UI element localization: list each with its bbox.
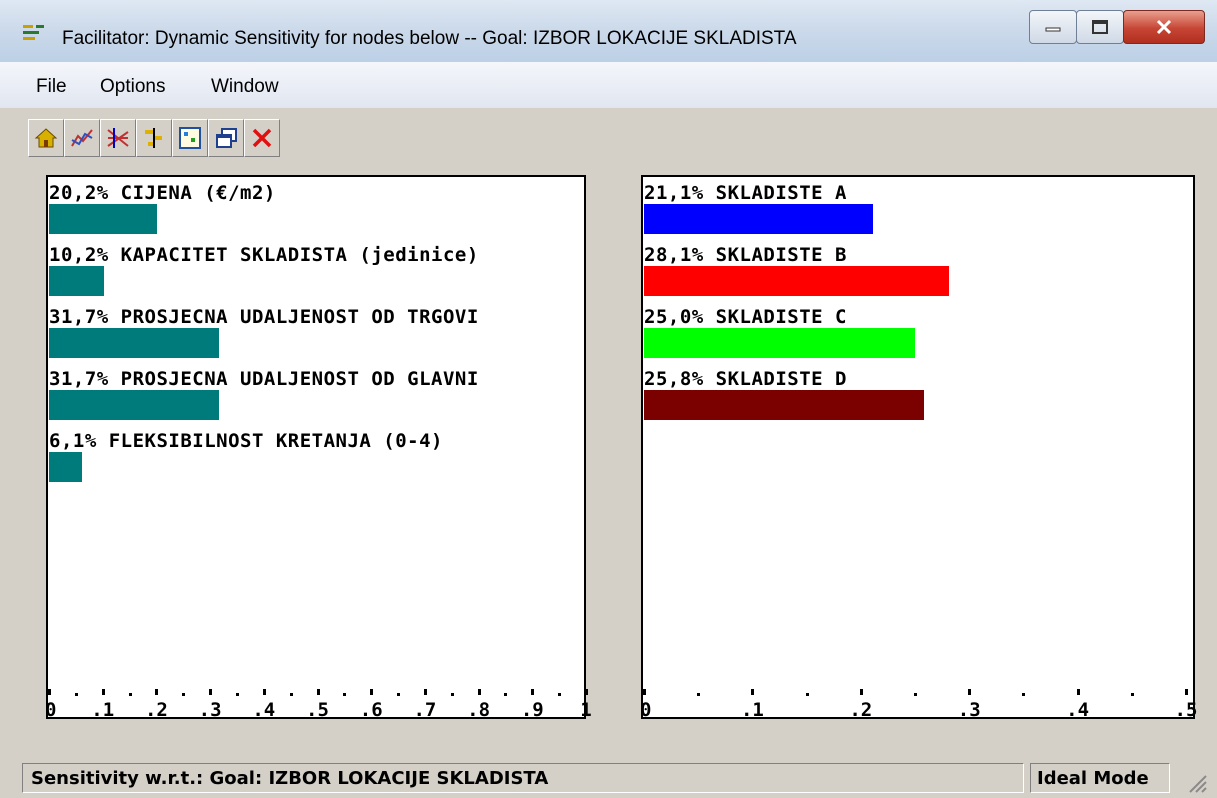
axis-tick-label: .2 [144, 699, 168, 721]
close-icon [1156, 19, 1172, 35]
axis-minor-tick [805, 693, 809, 696]
axis-tick-mark [477, 689, 481, 695]
home-icon [34, 128, 58, 148]
sensitivity-bar[interactable] [49, 204, 158, 234]
axis-tick-label: .4 [1066, 699, 1090, 721]
axis-minor-tick [289, 693, 293, 696]
menu-file[interactable]: File [36, 76, 67, 98]
axis-tick-mark [48, 689, 51, 695]
minimize-button[interactable] [1029, 10, 1077, 44]
performance-graph-icon [71, 129, 93, 147]
sensitivity-bar[interactable] [49, 452, 82, 482]
axis-minor-tick [697, 693, 701, 696]
axis-tick-label: .6 [359, 699, 383, 721]
sensitivity-bar[interactable] [644, 204, 873, 234]
status-mode-text: Ideal Mode [1030, 763, 1170, 793]
axis-tick-label: .5 [306, 699, 329, 721]
axis-tick-label: .3 [957, 699, 981, 721]
axis-tick-label: .3 [198, 699, 222, 721]
bar-label: 31,7% PROSJECNA UDALJENOST OD TRGOVI [49, 306, 479, 328]
app-icon [23, 25, 44, 40]
axis-minor-tick [343, 693, 347, 696]
axis-minor-tick [397, 693, 401, 696]
gradient-graph-button[interactable] [100, 119, 136, 157]
menu-window[interactable]: Window [211, 76, 279, 98]
bar-label: 25,8% SKLADISTE D [644, 368, 847, 390]
axis-tick-mark [155, 689, 159, 695]
axis-tick-mark [101, 689, 105, 695]
axis-tick-label: .5 [1174, 699, 1198, 721]
axis-minor-tick [128, 693, 132, 696]
bar-label: 20,2% CIJENA (€/m2) [49, 182, 276, 204]
axis-minor-tick [914, 693, 917, 696]
axis-tick-label: .1 [740, 699, 764, 721]
menu-bar [0, 62, 1217, 109]
status-sensitivity-text: Sensitivity w.r.t.: Goal: IZBOR LOKACIJE… [22, 763, 1024, 793]
bar-label: 10,2% KAPACITET SKLADISTA (jedinice) [49, 244, 479, 266]
resize-grip-icon[interactable] [1182, 770, 1208, 794]
head-to-head-icon [145, 128, 162, 148]
title-bar[interactable]: Facilitator: Dynamic Sensitivity for nod… [0, 0, 1217, 62]
axis-tick-label: .2 [849, 699, 873, 721]
axis-tick-label: .1 [91, 699, 115, 721]
sensitivity-bar[interactable] [49, 266, 104, 296]
axis-tick-label: 0 [45, 699, 57, 721]
axis-minor-tick [182, 693, 186, 696]
maximize-icon [1092, 20, 1108, 34]
close-icon [252, 128, 272, 148]
axis-tick-mark [423, 689, 427, 695]
axis-minor-tick [558, 693, 562, 696]
axis-tick-label: .4 [252, 699, 276, 721]
axis-minor-tick [450, 693, 454, 696]
bar-label: 21,1% SKLADISTE A [644, 182, 847, 204]
minimize-icon [1045, 27, 1061, 32]
bar-label: 6,1% FLEKSIBILNOST KRETANJA (0-4) [49, 430, 443, 452]
bar-label: 28,1% SKLADISTE B [644, 244, 847, 266]
sensitivity-bar[interactable] [49, 390, 220, 420]
axis-minor-tick [1130, 693, 1134, 696]
sensitivity-bar[interactable] [49, 328, 220, 358]
sensitivity-bar[interactable] [644, 390, 924, 420]
axis-tick-mark [751, 689, 755, 695]
axis-tick-mark [585, 689, 588, 695]
axis-tick-label: .8 [467, 699, 491, 721]
window-icon [216, 128, 237, 148]
axis-tick-mark [531, 689, 535, 695]
window-button[interactable] [208, 119, 244, 157]
close-view-button[interactable] [244, 119, 280, 157]
maximize-button[interactable] [1076, 10, 1124, 44]
axis-tick-mark [370, 689, 374, 695]
axis-tick-mark [316, 689, 320, 695]
axis-tick-mark [643, 689, 646, 695]
axis-tick-label: 0 [640, 699, 652, 721]
sensitivity-bar[interactable] [644, 266, 949, 296]
axis-tick-label: 1 [580, 699, 592, 721]
gradient-graph-icon [107, 128, 129, 148]
menu-options[interactable]: Options [100, 76, 165, 98]
home-button[interactable] [28, 119, 64, 157]
axis-tick-mark [262, 689, 266, 695]
axis-minor-tick [1022, 693, 1026, 696]
two-d-plot-button[interactable] [172, 119, 208, 157]
sensitivity-bar[interactable] [644, 328, 915, 358]
window-title: Facilitator: Dynamic Sensitivity for nod… [62, 28, 797, 49]
two-d-plot-icon [179, 127, 201, 149]
axis-tick-mark [859, 689, 863, 695]
axis-minor-tick [235, 693, 239, 696]
axis-tick-mark [1076, 689, 1080, 695]
axis-tick-label: .7 [413, 699, 437, 721]
head-to-head-button[interactable] [136, 119, 172, 157]
bar-label: 31,7% PROSJECNA UDALJENOST OD GLAVNI [49, 368, 479, 390]
axis-tick-label: .9 [520, 699, 544, 721]
axis-tick-mark [209, 689, 213, 695]
bar-label: 25,0% SKLADISTE C [644, 306, 847, 328]
axis-tick-mark [968, 689, 972, 695]
close-button[interactable] [1123, 10, 1205, 44]
performance-graph-button[interactable] [64, 119, 100, 157]
axis-minor-tick [74, 693, 78, 696]
axis-minor-tick [504, 693, 508, 696]
axis-tick-mark [1185, 689, 1188, 695]
